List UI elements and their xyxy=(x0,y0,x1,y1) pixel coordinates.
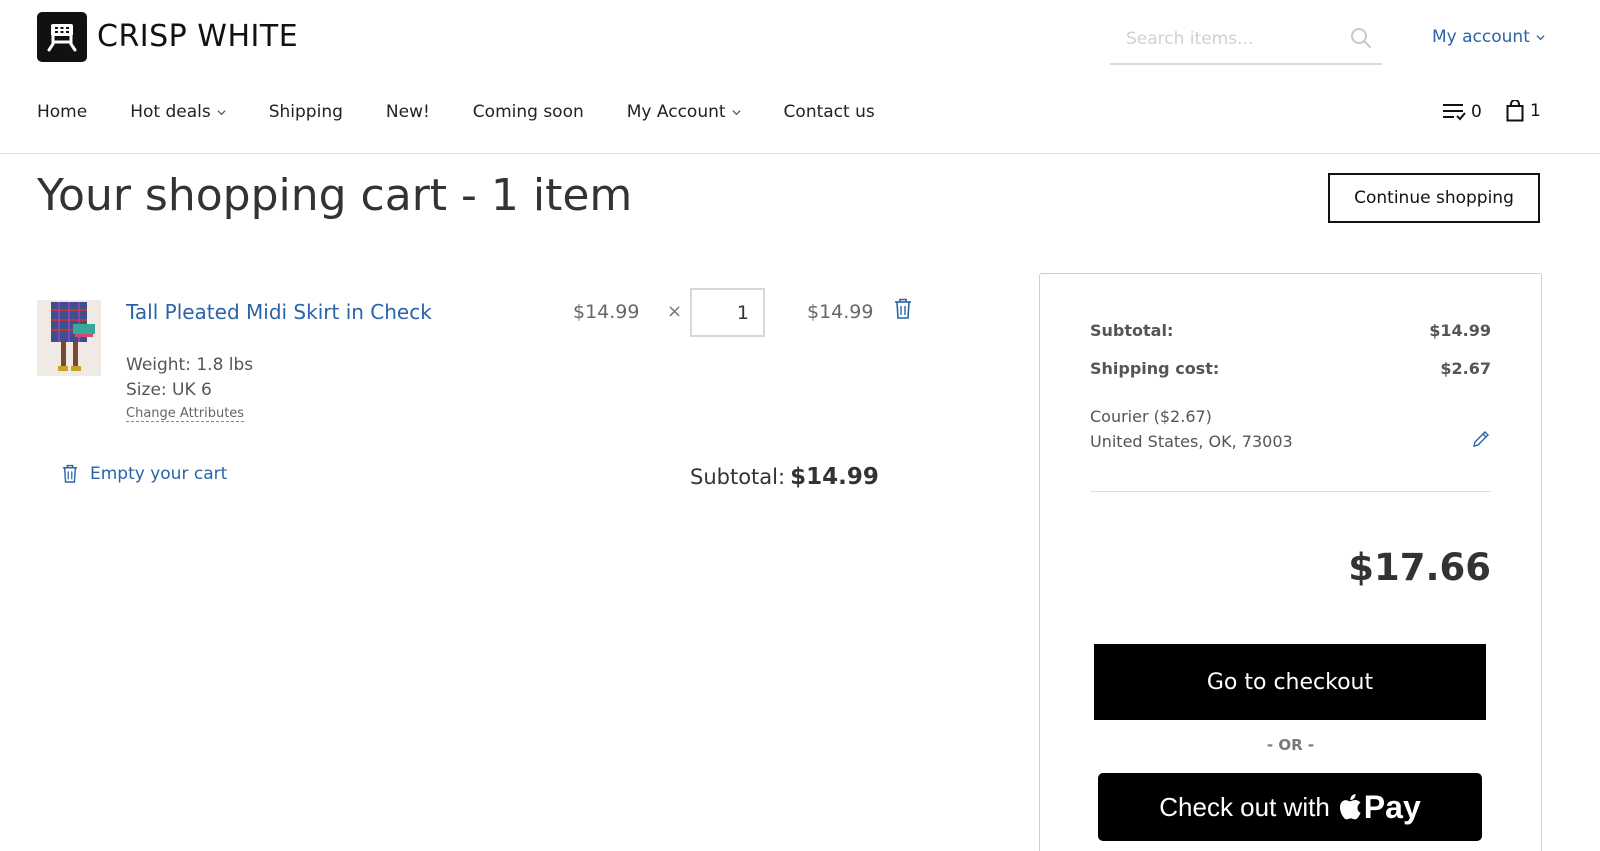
product-size: Size: UK 6 xyxy=(126,380,212,400)
cart-subtotal: Subtotal: $14.99 xyxy=(690,464,879,490)
multiply-sign: × xyxy=(667,301,683,322)
or-separator: - OR - xyxy=(1266,736,1315,754)
quantity-input[interactable] xyxy=(690,288,765,337)
line-total: $14.99 xyxy=(807,301,874,323)
apple-logo-icon xyxy=(1339,794,1361,820)
product-thumbnail[interactable] xyxy=(37,300,101,376)
nav-label: Home xyxy=(37,102,88,122)
nav-item-shipping[interactable]: Shipping xyxy=(269,102,343,122)
cart-subtotal-label: Subtotal: xyxy=(690,465,786,489)
grand-total: $17.66 xyxy=(1348,546,1491,589)
chevron-down-icon xyxy=(732,109,741,115)
chevron-down-icon xyxy=(217,109,226,115)
nav-label: Hot deals xyxy=(130,102,211,122)
continue-shopping-button[interactable]: Continue shopping xyxy=(1328,173,1540,223)
product-image xyxy=(37,300,101,376)
summary-subtotal-value: $14.99 xyxy=(1429,321,1491,340)
summary-shipping-label: Shipping cost: xyxy=(1090,359,1220,378)
summary-subtotal-label: Subtotal: xyxy=(1090,321,1174,340)
change-attributes-link[interactable]: Change Attributes xyxy=(126,406,245,422)
apple-pay-prefix: Check out with xyxy=(1159,791,1330,822)
remove-item-trash-icon[interactable] xyxy=(894,298,912,320)
brand-name[interactable]: CRISP WHITE xyxy=(97,19,298,54)
empty-cart-label: Empty your cart xyxy=(90,464,228,484)
product-weight: Weight: 1.8 lbs xyxy=(126,355,254,375)
my-account-menu[interactable]: My account xyxy=(1432,27,1545,47)
nav-item-contact-us[interactable]: Contact us xyxy=(784,102,875,122)
nav-item-my-account[interactable]: My Account xyxy=(627,102,741,122)
wishlist-count: 0 xyxy=(1471,102,1482,122)
apple-pay-button[interactable]: Check out with Pay xyxy=(1098,773,1482,841)
summary-subtotal-row: Subtotal: $14.99 xyxy=(1090,321,1491,340)
edit-pencil-icon[interactable] xyxy=(1471,429,1491,449)
search-input[interactable] xyxy=(1126,26,1336,52)
wishlist-button[interactable]: 0 xyxy=(1442,102,1482,122)
header-divider xyxy=(0,153,1600,154)
unit-price: $14.99 xyxy=(573,301,640,323)
nav-item-hot-deals[interactable]: Hot deals xyxy=(130,102,226,122)
cart-subtotal-value: $14.99 xyxy=(790,464,879,490)
apple-pay-mark: Pay xyxy=(1338,789,1421,826)
nav-label: New! xyxy=(385,102,430,122)
cart-count: 1 xyxy=(1530,101,1541,121)
nav-label: Coming soon xyxy=(472,102,584,122)
page-title: Your shopping cart - 1 item xyxy=(37,170,633,221)
nav-label: Shipping xyxy=(268,102,343,122)
summary-divider xyxy=(1090,491,1491,492)
my-account-label: My account xyxy=(1432,27,1530,47)
robot-face-icon xyxy=(47,24,77,52)
nav-item-coming-soon[interactable]: Coming soon xyxy=(473,102,584,122)
product-name-link[interactable]: Tall Pleated Midi Skirt in Check xyxy=(126,300,432,324)
shopping-bag-icon xyxy=(1506,100,1524,122)
nav-label: Contact us xyxy=(783,102,875,122)
apple-pay-label: Pay xyxy=(1363,788,1421,825)
shipping-address: United States, OK, 73003 xyxy=(1090,432,1293,451)
empty-cart-button[interactable]: Empty your cart xyxy=(62,464,227,484)
go-to-checkout-button[interactable]: Go to checkout xyxy=(1094,644,1486,720)
trash-icon xyxy=(62,464,78,483)
shipping-method: Courier ($2.67) xyxy=(1090,407,1212,426)
order-summary-panel: Subtotal: $14.99 Shipping cost: $2.67 Co… xyxy=(1039,273,1542,851)
mini-cart-button[interactable]: 1 xyxy=(1506,100,1541,122)
logo-icon[interactable] xyxy=(37,12,87,62)
nav-label: My Account xyxy=(626,102,726,122)
nav-item-new[interactable]: New! xyxy=(386,102,430,122)
summary-shipping-row: Shipping cost: $2.67 xyxy=(1090,359,1491,378)
search-icon[interactable] xyxy=(1350,27,1372,49)
summary-shipping-value: $2.67 xyxy=(1440,359,1491,378)
search-bar xyxy=(1110,20,1382,65)
main-nav: Home Hot deals Shipping New! Coming soon… xyxy=(37,102,918,122)
shipping-details: Courier ($2.67) United States, OK, 73003 xyxy=(1090,404,1293,454)
chevron-down-icon xyxy=(1536,34,1545,40)
nav-item-home[interactable]: Home xyxy=(37,102,87,122)
wishlist-icon xyxy=(1443,104,1466,121)
